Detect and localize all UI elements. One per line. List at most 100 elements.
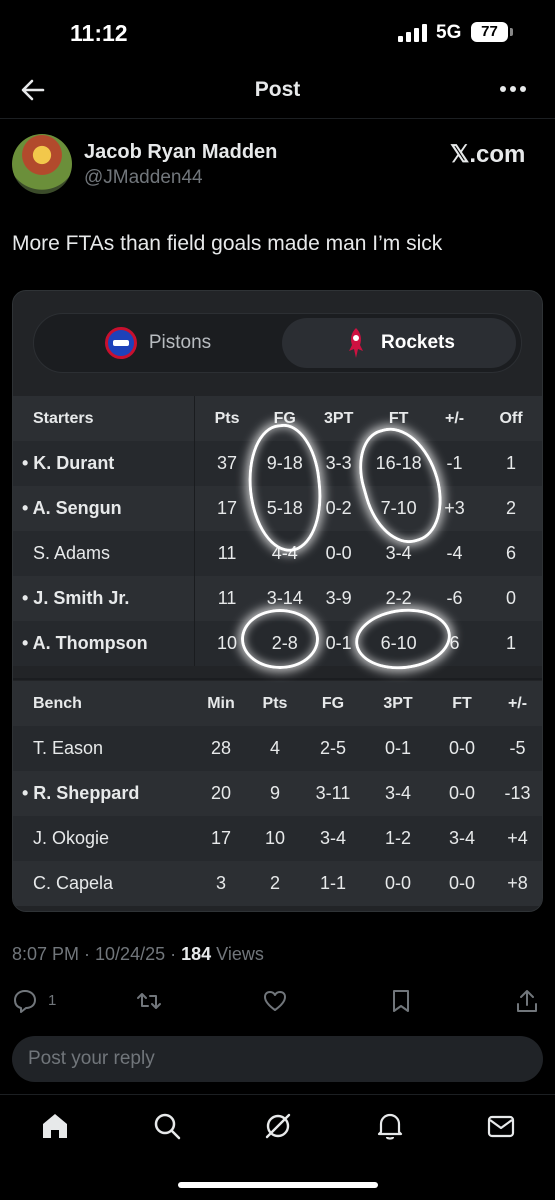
stat-cell: 3-4 (366, 531, 431, 576)
stat-cell: 3-4 (433, 816, 491, 861)
stat-cell: 9 (247, 771, 303, 816)
player-name: • A. Thompson (13, 621, 196, 666)
stat-cell: 2-8 (258, 621, 311, 666)
team-label-rockets: Rockets (381, 332, 455, 353)
stat-cell: 5-18 (258, 486, 311, 531)
stat-cell: 1-2 (363, 816, 433, 861)
stat-cell: -4 (430, 531, 479, 576)
stat-cell: 11 (194, 576, 259, 621)
player-name: S. Adams (13, 531, 196, 576)
team-toggle: Pistons Rockets (33, 313, 522, 373)
status-bar: 11:12 5G 77 (0, 0, 555, 62)
stat-cell: 10 (247, 816, 303, 861)
table-header-row: Starters Pts FG 3PT FT +/- Off (13, 396, 542, 441)
stat-cell: 0-1 (363, 726, 433, 771)
reply-input[interactable]: Post your reply (28, 1048, 155, 1070)
reply-icon[interactable] (12, 988, 38, 1014)
source-label: 𝕏.com (450, 141, 526, 168)
heart-icon[interactable] (262, 988, 288, 1014)
col-header: Starters (13, 396, 196, 441)
mail-icon[interactable] (486, 1111, 516, 1141)
col-header: Pts (194, 396, 259, 441)
tab-pistons[interactable]: Pistons (40, 318, 276, 368)
col-header: FG (258, 396, 311, 441)
stat-cell: 3-14 (258, 576, 311, 621)
stat-cell: 37 (194, 441, 259, 486)
table-row: T. Eason 28 4 2-5 0-1 0-0 -5 (13, 726, 542, 771)
stat-cell: 2-5 (303, 726, 363, 771)
pistons-logo-icon (104, 327, 137, 359)
table-row: J. Okogie 17 10 3-4 1-2 3-4 +4 (13, 816, 542, 861)
battery-tip (510, 28, 513, 36)
table-row: • R. Sheppard 20 9 3-11 3-4 0-0 -13 (13, 771, 542, 816)
rockets-logo-icon (349, 328, 364, 358)
stat-cell: 0-1 (310, 621, 367, 666)
avatar[interactable] (12, 134, 72, 194)
player-name: J. Okogie (13, 816, 195, 861)
stat-cell: 3-11 (303, 771, 363, 816)
stat-cell: 3-3 (310, 441, 367, 486)
col-header: Bench (13, 681, 195, 726)
col-header: FT (433, 681, 491, 726)
stat-cell: 10 (194, 621, 259, 666)
post-text: More FTAs than field goals made man I’m … (12, 232, 443, 255)
post-meta: 8:07 PM · 10/24/25 · 184 Views (12, 944, 264, 965)
bench-table: Bench Min Pts FG 3PT FT +/- T. Eason 28 … (13, 681, 542, 906)
bell-icon[interactable] (375, 1111, 405, 1141)
stat-cell: 0-0 (433, 726, 491, 771)
player-name: • J. Smith Jr. (13, 576, 196, 621)
player-name: T. Eason (13, 726, 195, 771)
col-header: FT (366, 396, 431, 441)
stat-cell: 0-0 (433, 771, 491, 816)
reply-count: 1 (48, 992, 57, 1009)
home-indicator (178, 1182, 378, 1188)
player-name: C. Capela (13, 861, 195, 906)
stat-cell: 16-18 (366, 441, 431, 486)
col-header: FG (303, 681, 363, 726)
status-time: 11:12 (70, 20, 128, 46)
tab-rockets[interactable]: Rockets (282, 318, 516, 368)
reply-box[interactable]: Post your reply (12, 1036, 543, 1082)
player-name: • K. Durant (13, 441, 196, 486)
stat-cell: 1 (478, 441, 542, 486)
table-row: S. Adams 11 4-4 0-0 3-4 -4 6 (13, 531, 542, 576)
stat-cell: 28 (195, 726, 247, 771)
repost-icon[interactable] (136, 988, 162, 1014)
stat-cell: 6-10 (366, 621, 431, 666)
author-handle[interactable]: @JMadden44 (84, 167, 203, 189)
page-title: Post (254, 78, 301, 101)
section-divider (13, 678, 542, 680)
stat-cell: 11 (194, 531, 259, 576)
stat-cell: 0-2 (310, 486, 367, 531)
stat-cell: 3 (195, 861, 247, 906)
nav-header: Post (0, 62, 555, 118)
col-header: +/- (491, 681, 542, 726)
author-name[interactable]: Jacob Ryan Madden (84, 141, 277, 164)
grok-icon[interactable] (263, 1111, 293, 1141)
bookmark-icon[interactable] (388, 988, 414, 1014)
table-header-row: Bench Min Pts FG 3PT FT +/- (13, 681, 542, 726)
signal-icon (398, 24, 428, 42)
col-header: 3PT (310, 396, 367, 441)
more-dots-icon[interactable] (500, 86, 526, 94)
stat-cell: 0 (478, 576, 542, 621)
stat-cell: 3-4 (303, 816, 363, 861)
stat-cell: 2-2 (366, 576, 431, 621)
stat-cell: 2 (247, 861, 303, 906)
table-row: C. Capela 3 2 1-1 0-0 0-0 +8 (13, 861, 542, 906)
team-label-pistons: Pistons (148, 332, 212, 353)
player-name: • A. Sengun (13, 486, 196, 531)
share-icon[interactable] (514, 988, 540, 1014)
player-name: • R. Sheppard (13, 771, 195, 816)
col-header: Pts (247, 681, 303, 726)
post-image[interactable]: Pistons Rockets Starters Pts FG 3PT FT +… (12, 290, 543, 912)
table-row: • J. Smith Jr. 11 3-14 3-9 2-2 -6 0 (13, 576, 542, 621)
search-icon[interactable] (152, 1111, 182, 1141)
stat-cell: 9-18 (258, 441, 311, 486)
views-label: Views (211, 944, 264, 964)
stat-cell: +8 (491, 861, 542, 906)
stat-cell: +4 (491, 816, 542, 861)
home-icon[interactable] (40, 1111, 70, 1141)
network-label: 5G (436, 22, 462, 43)
stat-cell: -13 (491, 771, 542, 816)
